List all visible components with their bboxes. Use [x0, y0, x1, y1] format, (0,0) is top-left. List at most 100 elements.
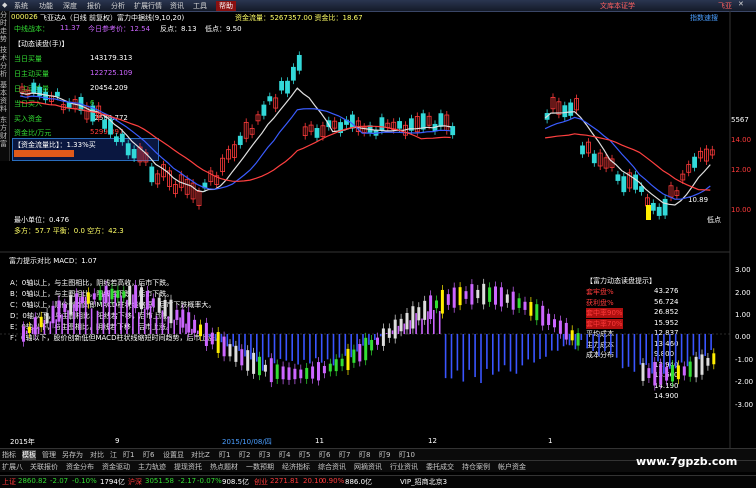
- macd-candle-body: [329, 364, 332, 372]
- macd-candle-body: [240, 349, 243, 365]
- macd-candle-body: [659, 364, 662, 385]
- macd-histogram-bar: [386, 333, 388, 334]
- macd-histogram-bar: [539, 334, 541, 359]
- macd-candle-body: [28, 327, 31, 333]
- macd-candle-body: [140, 287, 143, 309]
- macd-histogram-bar: [215, 334, 217, 340]
- candle-body: [132, 149, 136, 158]
- macd-histogram-bar: [451, 334, 453, 378]
- macd-candle-body: [146, 291, 149, 310]
- macd-histogram-bar: [162, 310, 164, 334]
- macd-histogram-bar: [185, 324, 187, 334]
- macd-histogram-bar: [250, 334, 252, 359]
- candle-body: [150, 167, 154, 182]
- macd-candle-body: [293, 369, 296, 379]
- macd-candle-body: [134, 285, 137, 308]
- candle-body: [268, 97, 272, 101]
- macd-candle-body: [264, 365, 267, 372]
- candle-body: [663, 199, 667, 215]
- macd-histogram-bar: [368, 334, 370, 345]
- macd-candle-body: [647, 368, 650, 378]
- candle-body: [693, 157, 697, 167]
- candle-body: [563, 106, 567, 117]
- macd-candle-body: [689, 362, 692, 377]
- macd-candle-body: [223, 337, 226, 357]
- macd-histogram-bar: [681, 334, 683, 363]
- macd-histogram-bar: [457, 334, 459, 371]
- macd-histogram-bar: [710, 334, 712, 350]
- macd-candle-body: [665, 367, 668, 381]
- macd-candle-body: [34, 317, 37, 334]
- macd-histogram-bar: [227, 334, 229, 346]
- macd-candle-body: [482, 284, 485, 305]
- macd-candle-body: [470, 284, 473, 304]
- candle-body: [616, 175, 620, 181]
- macd-histogram-bar: [557, 334, 559, 351]
- macd-candle-body: [347, 349, 350, 370]
- candle-body: [640, 187, 644, 192]
- candle-body: [622, 177, 626, 192]
- macd-histogram-bar: [85, 297, 87, 334]
- macd-histogram-bar: [179, 317, 181, 334]
- macd-candle-body: [441, 290, 444, 314]
- macd-histogram-bar: [504, 334, 506, 365]
- ma-short-line: [20, 88, 710, 205]
- macd-histogram-bar: [522, 334, 524, 365]
- macd-histogram-bar: [551, 334, 553, 351]
- macd-histogram-bar: [404, 324, 406, 334]
- macd-histogram-bar: [32, 327, 34, 334]
- macd-candle-body: [553, 319, 556, 327]
- macd-histogram-bar: [356, 334, 358, 352]
- macd-candle-body: [187, 312, 190, 332]
- macd-candle-body: [105, 286, 108, 303]
- macd-histogram-bar: [581, 334, 583, 340]
- macd-candle-body: [411, 306, 414, 328]
- macd-candle-body: [22, 326, 25, 341]
- macd-candle-body: [417, 307, 420, 320]
- macd-candle-body: [388, 328, 391, 337]
- macd-candle-body: [317, 362, 320, 380]
- ma-long-line: [20, 102, 710, 190]
- macd-candle-body: [394, 320, 397, 339]
- macd-candle-body: [423, 301, 426, 320]
- macd-candle-body: [683, 366, 686, 375]
- macd-histogram-bar: [510, 334, 512, 371]
- macd-candle-body: [181, 310, 184, 328]
- macd-histogram-bar: [197, 331, 199, 334]
- macd-candle-body: [512, 292, 515, 310]
- macd-histogram-bar: [315, 334, 317, 358]
- macd-candle-body: [376, 338, 379, 345]
- macd-candle-body: [453, 288, 456, 308]
- macd-candle-body: [323, 366, 326, 373]
- macd-histogram-bar: [138, 312, 140, 334]
- macd-candle-body: [712, 353, 715, 364]
- macd-candle-body: [205, 323, 208, 346]
- macd-candle-body: [524, 302, 527, 310]
- macd-histogram-bar: [209, 334, 211, 337]
- candle-body: [380, 118, 384, 131]
- macd-candle-body: [459, 287, 462, 305]
- candle-body: [291, 67, 295, 80]
- macd-candle-body: [341, 359, 344, 366]
- macd-candle-body: [199, 325, 202, 337]
- macd-histogram-bar: [309, 334, 311, 363]
- macd-histogram-bar: [50, 321, 52, 334]
- macd-histogram-bar: [545, 334, 547, 357]
- macd-histogram-bar: [687, 334, 689, 366]
- macd-candle-body: [559, 321, 562, 334]
- macd-candle-body: [476, 290, 479, 298]
- macd-histogram-bar: [126, 300, 128, 334]
- macd-candle-body: [358, 344, 361, 361]
- macd-histogram-bar: [415, 313, 417, 334]
- macd-histogram-bar: [168, 316, 170, 334]
- macd-histogram-bar: [468, 334, 470, 370]
- candle-body: [350, 115, 354, 128]
- macd-histogram-bar: [463, 334, 465, 382]
- candle-body: [421, 114, 425, 129]
- macd-candle-body: [311, 366, 314, 378]
- macd-histogram-bar: [486, 334, 488, 369]
- macd-candle-body: [164, 300, 167, 316]
- macd-candle-body: [435, 300, 438, 308]
- macd-histogram-bar: [527, 334, 529, 359]
- macd-histogram-bar: [669, 334, 671, 369]
